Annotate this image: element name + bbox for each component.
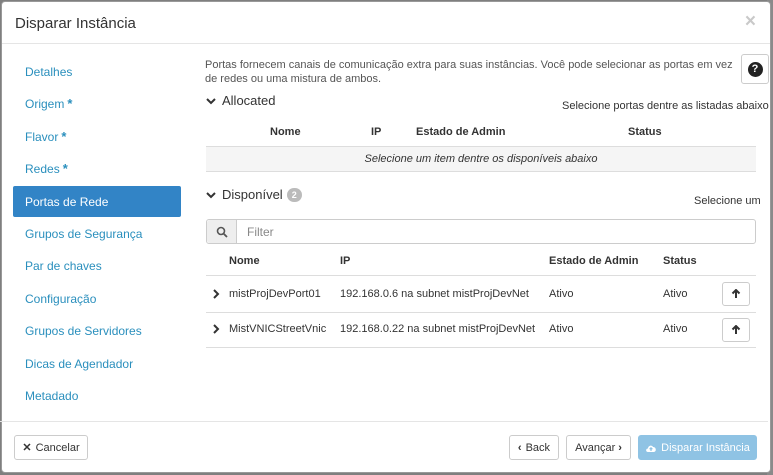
launch-instance-button[interactable]: Disparar Instância — [638, 435, 757, 460]
nav-item-label: Metadado — [25, 388, 79, 403]
chevron-down-icon — [206, 97, 216, 104]
arrow-up-icon — [731, 325, 741, 334]
search-icon — [207, 220, 237, 243]
allocated-col-admin-state[interactable]: Estado de Admin — [416, 126, 505, 138]
allocate-button[interactable] — [722, 282, 750, 306]
nav-item-detalhes[interactable]: Detalhes — [13, 56, 181, 87]
row-status: Ativo — [663, 288, 688, 300]
nav-item-label: Portas de Rede — [25, 194, 109, 209]
close-icon[interactable]: × — [745, 12, 756, 31]
available-col-status[interactable]: Status — [663, 255, 697, 267]
row-admin-state: Ativo — [549, 288, 574, 300]
back-button[interactable]: ‹ Back — [509, 435, 559, 460]
available-col-admin-state[interactable]: Estado de Admin — [549, 255, 638, 267]
question-circle-icon: ? — [747, 61, 763, 77]
nav-item-label: Grupos de Segurança — [25, 226, 143, 241]
times-icon: ✕ — [22, 442, 32, 454]
allocated-title: Allocated — [222, 93, 276, 108]
allocated-hint: Selecione portas dentre as listadas abai… — [562, 100, 769, 112]
allocated-col-name[interactable]: Nome — [270, 126, 301, 138]
nav-item-grupos-de-seguranca[interactable]: Grupos de Segurança — [13, 218, 181, 249]
chevron-right-icon[interactable] — [212, 289, 220, 299]
nav-item-label: Detalhes — [25, 65, 73, 79]
filter-input[interactable] — [237, 220, 755, 243]
nav-item-portas-de-rede[interactable]: Portas de Rede — [13, 185, 181, 217]
table-divider — [206, 275, 756, 276]
back-label: Back — [525, 441, 551, 454]
required-marker: * — [62, 161, 68, 177]
required-marker: * — [61, 128, 67, 144]
allocated-empty-row: Selecione um item dentre os disponíveis … — [206, 146, 756, 172]
wizard-nav: Detalhes Origem * Flavor * Redes * Portas d… — [13, 56, 181, 412]
row-name: MistVNICStreetVnic — [229, 323, 327, 335]
launch-label: Disparar Instância — [661, 441, 750, 454]
arrow-up-icon — [731, 289, 741, 298]
row-status: Ativo — [663, 323, 688, 335]
cancel-button[interactable]: ✕ Cancelar — [14, 435, 88, 460]
allocated-col-ip[interactable]: IP — [371, 126, 381, 138]
cancel-label: Cancelar — [35, 441, 80, 454]
available-title: Disponível — [222, 187, 283, 202]
available-col-name[interactable]: Nome — [229, 255, 260, 267]
nav-item-grupos-de-servidores[interactable]: Grupos de Servidores — [13, 315, 181, 346]
nav-item-dicas-de-agendador[interactable]: Dicas de Agendador — [13, 348, 181, 379]
chevron-down-icon — [206, 191, 216, 198]
row-name: mistProjDevPort01 — [229, 288, 321, 300]
nav-item-label: Dicas de Agendador — [25, 356, 134, 371]
nav-item-origem[interactable]: Origem * — [13, 88, 181, 119]
nav-item-label: Origem — [25, 97, 65, 112]
modal-title: Disparar Instância — [15, 15, 136, 32]
modal-header: Disparar Instância × — [2, 2, 770, 44]
next-button[interactable]: Avançar › — [566, 435, 631, 460]
chevron-right-icon[interactable] — [212, 324, 220, 334]
nav-item-label: Flavor — [25, 129, 59, 144]
available-count-badge: 2 — [286, 187, 302, 202]
allocated-col-status[interactable]: Status — [628, 126, 662, 138]
chevron-right-icon: › — [618, 441, 622, 454]
next-label: Avançar — [575, 441, 616, 454]
row-ip: 192.168.0.22 na subnet mistProjDevNet — [340, 323, 536, 335]
row-ip: 192.168.0.6 na subnet mistProjDevNet — [340, 288, 529, 300]
nav-item-label: Par de chaves — [25, 259, 102, 274]
nav-item-par-de-chaves[interactable]: Par de chaves — [13, 250, 181, 281]
available-hint: Selecione um — [694, 195, 761, 207]
available-col-ip[interactable]: IP — [340, 255, 350, 267]
step-description: Portas fornecem canais de comunicação ex… — [205, 59, 733, 85]
filter-bar — [206, 219, 756, 244]
nav-item-label: Redes — [25, 162, 60, 177]
chevron-left-icon: ‹ — [517, 441, 522, 454]
cloud-upload-icon — [646, 445, 656, 452]
nav-item-metadado[interactable]: Metadado — [13, 380, 181, 411]
nav-item-label: Grupos de Servidores — [25, 324, 142, 339]
nav-item-label: Configuração — [25, 291, 97, 306]
row-admin-state: Ativo — [549, 323, 574, 335]
table-divider — [206, 347, 756, 348]
required-marker: * — [67, 96, 73, 112]
nav-item-redes[interactable]: Redes * — [13, 153, 181, 184]
help-button[interactable]: ? — [741, 54, 769, 84]
nav-item-configuracao[interactable]: Configuração — [13, 283, 181, 314]
nav-item-flavor[interactable]: Flavor * — [13, 121, 181, 152]
allocate-button[interactable] — [722, 318, 750, 342]
allocated-section-toggle[interactable]: Allocated — [206, 93, 275, 108]
available-section-toggle[interactable]: Disponível 2 — [206, 187, 302, 202]
table-divider — [206, 312, 756, 313]
